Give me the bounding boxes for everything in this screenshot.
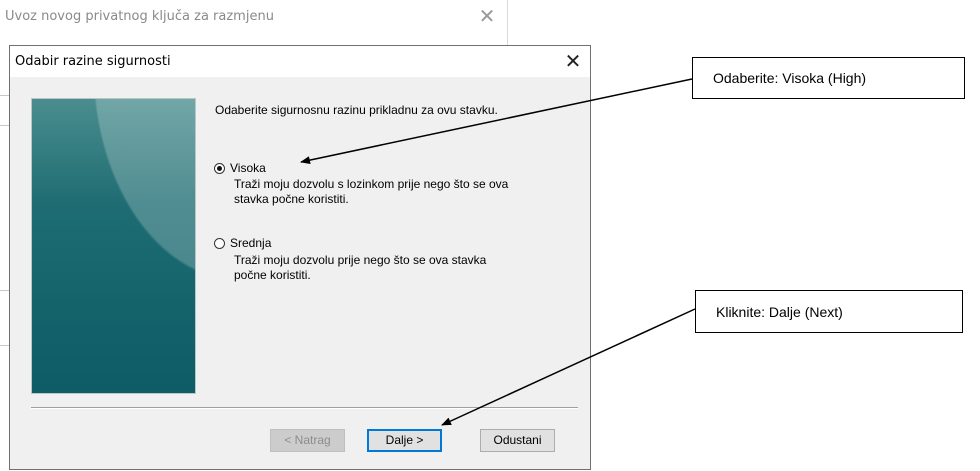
- callout-click-next: Kliknite: Dalje (Next): [695, 290, 963, 333]
- callout-select-high: Odaberite: Visoka (High): [692, 57, 965, 99]
- callout-text: Kliknite: Dalje (Next): [716, 303, 843, 320]
- arrow-to-next-button: [441, 308, 696, 426]
- callout-text: Odaberite: Visoka (High): [713, 70, 867, 86]
- arrow-to-high-option: [300, 78, 693, 165]
